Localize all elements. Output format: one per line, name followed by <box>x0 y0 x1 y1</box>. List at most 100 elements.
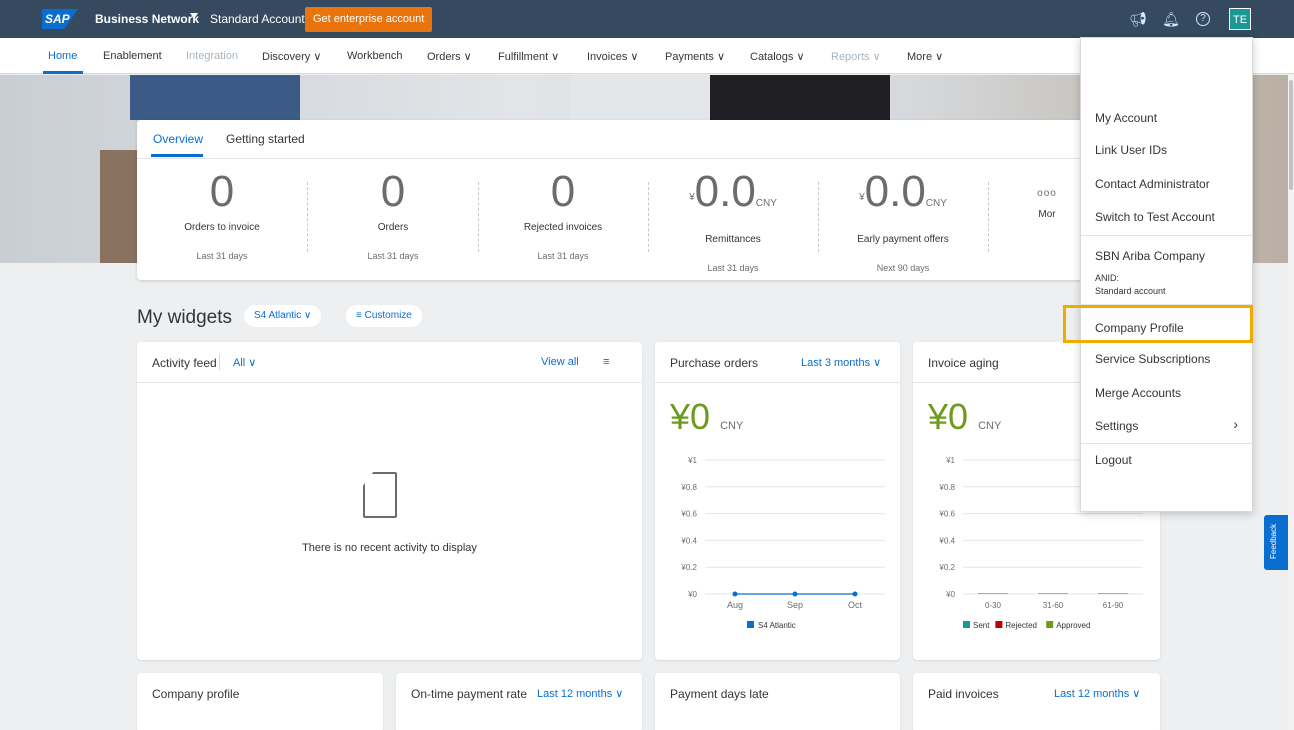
chevron-right-icon: › <box>1233 416 1238 432</box>
on-time-period-dropdown[interactable]: Last 12 months ∨ <box>537 687 623 700</box>
customize-label: Customize <box>364 310 412 321</box>
menu-link-user-ids[interactable]: Link User IDs <box>1095 143 1167 157</box>
tile-period: Last 31 days <box>196 251 248 261</box>
sap-logo[interactable]: SAP <box>42 9 78 29</box>
view-all-link[interactable]: View all <box>541 356 579 368</box>
y-tick-label: ¥0.6 <box>938 510 955 519</box>
hero-image-part <box>570 75 710 120</box>
bar <box>978 593 988 594</box>
more-dots: ooo <box>1037 188 1057 199</box>
legend-label: Sent <box>973 621 990 630</box>
menu-switch-to-test-account[interactable]: Switch to Test Account <box>1095 210 1215 224</box>
tile-period: Last 31 days <box>537 251 589 261</box>
menu-service-subscriptions[interactable]: Service Subscriptions <box>1095 352 1210 366</box>
legend-label: Approved <box>1056 621 1090 630</box>
menu-settings[interactable]: Settings <box>1095 419 1138 433</box>
tile-early-payment-offers[interactable]: ¥0.0CNY Early payment offers Next 90 day… <box>818 168 988 274</box>
purchase-orders-period-dropdown[interactable]: Last 3 months ∨ <box>801 356 881 369</box>
tile-label: Orders <box>377 222 409 233</box>
user-avatar[interactable]: TE <box>1229 8 1251 30</box>
help-icon[interactable]: ? <box>1196 12 1210 26</box>
company-profile-card: Company profile <box>137 673 383 730</box>
tile-rejected-invoices[interactable]: 0 Rejected invoices Last 31 days <box>478 168 648 262</box>
nav-active-indicator <box>43 71 83 74</box>
y-tick-label: ¥0.2 <box>680 563 697 572</box>
nav-discovery[interactable]: Discovery ∨ <box>262 50 321 63</box>
nav-invoices[interactable]: Invoices ∨ <box>587 50 638 63</box>
company-profile-title: Company profile <box>152 687 240 701</box>
nav-enablement[interactable]: Enablement <box>103 50 162 62</box>
tab-overview[interactable]: Overview <box>153 132 203 146</box>
menu-anid: ANID: <box>1095 273 1120 283</box>
tab-getting-started[interactable]: Getting started <box>226 132 305 146</box>
nav-catalogs[interactable]: Catalogs ∨ <box>750 50 805 63</box>
x-tick-label: Oct <box>848 600 863 610</box>
y-tick-label: ¥1 <box>687 456 697 465</box>
nav-payments[interactable]: Payments ∨ <box>665 50 725 63</box>
bar <box>1098 593 1108 594</box>
y-tick-label: ¥0.8 <box>938 483 955 492</box>
purchase-orders-total: ¥0 CNY <box>670 396 743 438</box>
paid-invoices-card: Paid invoices Last 12 months ∨ <box>913 673 1160 730</box>
tile-orders-to-invoice[interactable]: 0 Orders to invoice Last 31 days <box>137 168 307 262</box>
logo-text: SAP <box>45 12 70 26</box>
feedback-tab[interactable]: Feedback <box>1264 515 1288 570</box>
divider <box>137 382 642 383</box>
menu-my-account[interactable]: My Account <box>1095 111 1157 125</box>
tile-period: Next 90 days <box>876 263 930 273</box>
tile-divider <box>988 182 989 252</box>
activity-feed-card: Activity feed All ∨ View all ≡ There is … <box>137 342 642 660</box>
total-unit: CNY <box>720 420 744 432</box>
activity-filter-dropdown[interactable]: All ∨ <box>233 356 256 369</box>
tile-label: Orders to invoice <box>184 222 260 233</box>
bar <box>1038 593 1048 594</box>
bell-icon[interactable]: 🔔︎ <box>1162 10 1180 28</box>
total-unit: CNY <box>978 420 1002 432</box>
scrollbar-thumb[interactable] <box>1289 80 1293 190</box>
tile-label: Remittances <box>705 234 761 245</box>
filter-settings-icon[interactable]: ≡ <box>603 356 609 368</box>
paid-invoices-period-dropdown[interactable]: Last 12 months ∨ <box>1054 687 1140 700</box>
tile-more[interactable]: ooo Mor <box>1017 188 1077 220</box>
total-value: ¥0 <box>670 396 711 437</box>
megaphone-icon[interactable]: 📢︎ <box>1129 10 1147 28</box>
legend-label: S4 Atlantic <box>758 621 796 630</box>
x-tick-label: 61-90 <box>1103 601 1124 610</box>
purchase-orders-card: Purchase orders Last 3 months ∨ ¥0 CNY ¥… <box>655 342 900 660</box>
menu-logout[interactable]: Logout <box>1095 453 1132 467</box>
nav-orders[interactable]: Orders ∨ <box>427 50 472 63</box>
y-tick-label: ¥0.4 <box>938 536 955 545</box>
menu-company-name: SBN Ariba Company <box>1095 249 1206 263</box>
menu-contact-administrator[interactable]: Contact Administrator <box>1095 177 1210 191</box>
widgets-filter-dropdown[interactable]: S4 Atlantic ∨ <box>244 305 322 327</box>
menu-merge-accounts[interactable]: Merge Accounts <box>1095 386 1181 400</box>
payment-days-late-card: Payment days late <box>655 673 900 730</box>
bar <box>988 593 998 594</box>
tile-value: 0 <box>380 167 406 216</box>
purchase-orders-chart: ¥1 ¥0.8 ¥0.6 ¥0.4 ¥0.2 ¥0 Aug Sep Oct S4 Atlantic <box>680 456 885 630</box>
nav-reports[interactable]: Reports ∨ <box>831 50 881 63</box>
product-menu-caret-icon[interactable] <box>190 13 198 19</box>
product-title[interactable]: Business Network <box>95 12 199 26</box>
nav-home[interactable]: Home <box>48 50 77 62</box>
hero-image-part <box>100 150 140 263</box>
paid-invoices-title: Paid invoices <box>928 687 999 701</box>
currency-unit: CNY <box>925 198 947 209</box>
divider <box>1081 443 1252 444</box>
customize-button[interactable]: ≡ Customize <box>346 305 422 327</box>
nav-fulfillment[interactable]: Fulfillment ∨ <box>498 50 559 63</box>
bar <box>1058 593 1068 594</box>
get-enterprise-account-button[interactable]: Get enterprise account <box>305 7 433 32</box>
y-tick-label: ¥0.6 <box>680 510 697 519</box>
nav-workbench[interactable]: Workbench <box>347 50 402 62</box>
tile-value-row: ¥0.0CNY <box>648 168 818 228</box>
user-menu-dropdown: My Account Link User IDs Contact Adminis… <box>1080 37 1253 512</box>
nav-more[interactable]: More ∨ <box>907 50 943 63</box>
tile-orders[interactable]: 0 Orders Last 31 days <box>308 167 478 262</box>
tile-remittances[interactable]: ¥0.0CNY Remittances Last 31 days <box>648 168 818 274</box>
nav-integration[interactable]: Integration <box>186 50 238 62</box>
bar <box>1048 593 1058 594</box>
hero-image-part <box>710 75 890 120</box>
divider <box>219 354 220 370</box>
payment-days-late-title: Payment days late <box>670 687 769 701</box>
